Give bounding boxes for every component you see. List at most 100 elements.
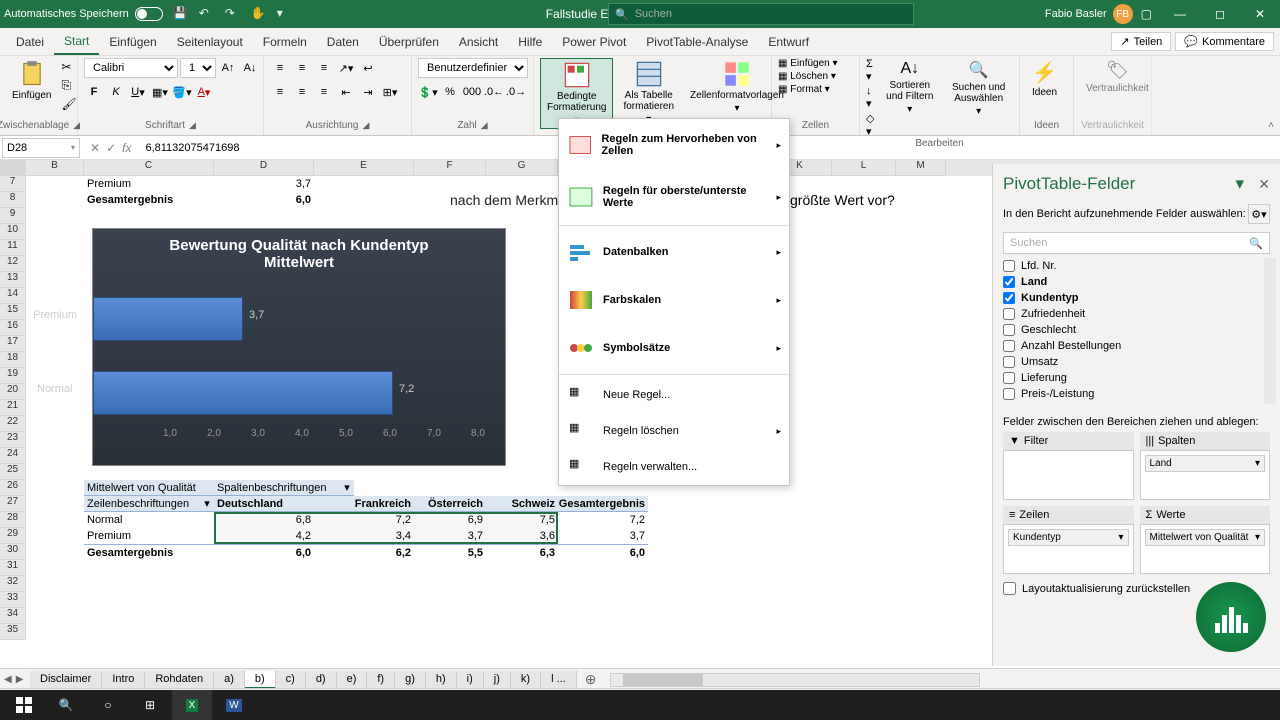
row-header-16[interactable]: 16 bbox=[0, 320, 26, 336]
sheet-tab-Disclaimer[interactable]: Disclaimer bbox=[30, 671, 102, 689]
row-header-23[interactable]: 23 bbox=[0, 432, 26, 448]
sheet-tab-i)[interactable]: i) bbox=[457, 671, 484, 689]
redo-icon[interactable]: ↷ bbox=[225, 6, 241, 22]
col-header-D[interactable]: D bbox=[214, 160, 314, 176]
taskbar-excel-icon[interactable]: X bbox=[172, 690, 212, 720]
defer-layout-checkbox[interactable] bbox=[1003, 582, 1016, 595]
comments-button[interactable]: 💬 Kommentare bbox=[1175, 32, 1274, 51]
increase-decimal-icon[interactable]: .0← bbox=[484, 82, 504, 102]
field-anzahl-bestellungen[interactable]: Anzahl Bestellungen bbox=[1003, 338, 1264, 354]
col-header-G[interactable]: G bbox=[486, 160, 558, 176]
cf-clear-rules[interactable]: ▦Regeln löschen▸ bbox=[559, 413, 789, 449]
name-box[interactable]: D28 bbox=[2, 138, 80, 158]
sheet-tab-l ...[interactable]: l ... bbox=[541, 671, 577, 689]
clear-icon[interactable]: ◇ ▾ bbox=[866, 112, 875, 138]
field-lfd-nr-[interactable]: Lfd. Nr. bbox=[1003, 258, 1264, 274]
field-zufriedenheit[interactable]: Zufriedenheit bbox=[1003, 306, 1264, 322]
row-header-11[interactable]: 11 bbox=[0, 240, 26, 256]
row-header-26[interactable]: 26 bbox=[0, 480, 26, 496]
font-size-select[interactable]: 11 bbox=[180, 58, 216, 78]
row-header-19[interactable]: 19 bbox=[0, 368, 26, 384]
touch-icon[interactable]: ✋ bbox=[251, 6, 267, 22]
row-header-30[interactable]: 30 bbox=[0, 544, 26, 560]
cf-highlight-rules[interactable]: Regeln zum Hervorheben von Zellen▸ bbox=[559, 119, 789, 171]
pivot-cell[interactable]: 6,2 bbox=[314, 544, 414, 560]
tab-pivottable-analyse[interactable]: PivotTable-Analyse bbox=[636, 28, 758, 55]
maximize-button[interactable]: ◻ bbox=[1200, 0, 1240, 28]
copy-icon[interactable]: ⎘ bbox=[61, 78, 76, 93]
pivot-cell[interactable]: 6,9 bbox=[414, 512, 486, 528]
pivot-hdr-ch[interactable]: Schweiz bbox=[486, 496, 558, 512]
row-header-13[interactable]: 13 bbox=[0, 272, 26, 288]
tab-formeln[interactable]: Formeln bbox=[253, 28, 317, 55]
tab-entwurf[interactable]: Entwurf bbox=[758, 28, 819, 55]
cancel-formula-icon[interactable]: ✕ bbox=[90, 141, 100, 155]
format-as-table-button[interactable]: Als Tabelle formatieren ▾ bbox=[617, 58, 680, 127]
wrap-text-icon[interactable]: ↩ bbox=[358, 58, 378, 78]
add-sheet-button[interactable]: ⊕ bbox=[577, 671, 605, 688]
row-header-14[interactable]: 14 bbox=[0, 288, 26, 304]
tab-ueberpruefen[interactable]: Überprüfen bbox=[369, 28, 449, 55]
pivot-cell[interactable]: 3,7 bbox=[414, 528, 486, 544]
comma-icon[interactable]: 000 bbox=[462, 82, 482, 102]
cell-d7[interactable]: 3,7 bbox=[214, 176, 314, 192]
row-header-27[interactable]: 27 bbox=[0, 496, 26, 512]
align-center-icon[interactable]: ≡ bbox=[292, 82, 312, 102]
col-header-E[interactable]: E bbox=[314, 160, 414, 176]
sort-filter-button[interactable]: A↓Sortieren und Filtern▾ bbox=[879, 58, 940, 117]
confirm-formula-icon[interactable]: ✓ bbox=[106, 141, 116, 155]
decrease-indent-icon[interactable]: ⇤ bbox=[336, 82, 356, 102]
row-header-20[interactable]: 20 bbox=[0, 384, 26, 400]
field-kundentyp[interactable]: Kundentyp bbox=[1003, 290, 1264, 306]
decrease-font-icon[interactable]: A↓ bbox=[240, 58, 260, 78]
paste-button[interactable]: Einfügen bbox=[6, 58, 57, 103]
autosum-icon[interactable]: Σ ▾ bbox=[866, 58, 875, 83]
col-header-M[interactable]: M bbox=[896, 160, 946, 176]
sheet-tab-d)[interactable]: d) bbox=[306, 671, 337, 689]
orientation-icon[interactable]: ↗▾ bbox=[336, 58, 356, 78]
bold-button[interactable]: F bbox=[84, 82, 104, 102]
decrease-decimal-icon[interactable]: .0→ bbox=[506, 82, 526, 102]
gear-icon[interactable]: ⚙▾ bbox=[1248, 204, 1270, 224]
cell-d8[interactable]: 6,0 bbox=[214, 192, 314, 208]
taskbar-taskview-icon[interactable]: ⊞ bbox=[130, 690, 170, 720]
cut-icon[interactable]: ✂ bbox=[61, 60, 76, 74]
row-header-35[interactable]: 35 bbox=[0, 624, 26, 640]
sheet-nav-next[interactable]: ▶ bbox=[16, 674, 24, 685]
align-left-icon[interactable]: ≡ bbox=[270, 82, 290, 102]
undo-icon[interactable]: ↶ bbox=[199, 6, 215, 22]
pivot-cell[interactable]: 3,6 bbox=[486, 528, 558, 544]
pivot-cell[interactable]: 6,0 bbox=[558, 544, 648, 560]
sheet-tab-k)[interactable]: k) bbox=[511, 671, 541, 689]
sheet-tab-e)[interactable]: e) bbox=[337, 671, 368, 689]
cf-data-bars[interactable]: Datenbalken▸ bbox=[559, 228, 789, 276]
row-header-12[interactable]: 12 bbox=[0, 256, 26, 272]
row-header-7[interactable]: 7 bbox=[0, 176, 26, 192]
sheet-tab-c)[interactable]: c) bbox=[276, 671, 306, 689]
increase-indent-icon[interactable]: ⇥ bbox=[358, 82, 378, 102]
row-header-18[interactable]: 18 bbox=[0, 352, 26, 368]
cf-manage-rules[interactable]: ▦Regeln verwalten... bbox=[559, 449, 789, 485]
merge-icon[interactable]: ⊞▾ bbox=[380, 82, 400, 102]
row-header-28[interactable]: 28 bbox=[0, 512, 26, 528]
tab-powerpivot[interactable]: Power Pivot bbox=[552, 28, 636, 55]
sheet-tab-a)[interactable]: a) bbox=[214, 671, 245, 689]
pivot-hdr-at[interactable]: Österreich bbox=[414, 496, 486, 512]
area-values[interactable]: Mittelwert von Qualität▾ bbox=[1140, 524, 1271, 574]
pivot-row-label[interactable]: Zeilenbeschriftungen bbox=[84, 496, 200, 512]
row-header-25[interactable]: 25 bbox=[0, 464, 26, 480]
pivot-cell[interactable]: 4,2 bbox=[214, 528, 314, 544]
tab-datei[interactable]: Datei bbox=[6, 28, 54, 55]
sheet-nav-prev[interactable]: ◀ bbox=[4, 674, 12, 685]
search-box[interactable]: 🔍 Suchen bbox=[608, 3, 914, 25]
fx-icon[interactable]: fx bbox=[122, 141, 131, 155]
row-header-31[interactable]: 31 bbox=[0, 560, 26, 576]
pivot-cell[interactable]: 5,5 bbox=[414, 544, 486, 560]
font-launcher[interactable]: ◢ bbox=[189, 120, 196, 131]
row-header-21[interactable]: 21 bbox=[0, 400, 26, 416]
pivot-cell[interactable]: 6,8 bbox=[214, 512, 314, 528]
pivot-cell[interactable]: 6,3 bbox=[486, 544, 558, 560]
tab-seitenlayout[interactable]: Seitenlayout bbox=[167, 28, 253, 55]
area-filter[interactable] bbox=[1003, 450, 1134, 500]
field-preis-leistung[interactable]: Preis-/Leistung bbox=[1003, 386, 1264, 402]
